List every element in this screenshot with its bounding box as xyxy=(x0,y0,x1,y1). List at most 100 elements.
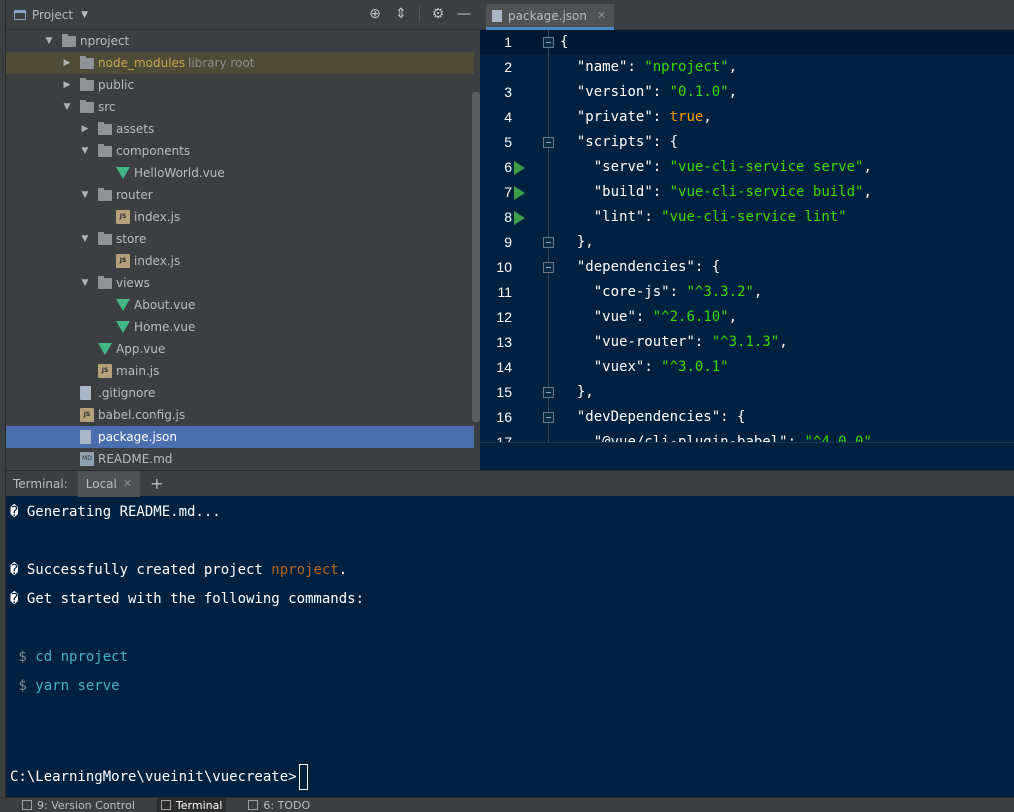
fold-icon[interactable] xyxy=(543,137,554,148)
tree-item[interactable]: package.json xyxy=(6,426,474,448)
code-token: " xyxy=(593,309,603,325)
tree-item[interactable]: ▼ nproject xyxy=(6,30,474,52)
fold-icon[interactable] xyxy=(543,387,554,398)
code-text: { xyxy=(560,30,568,55)
collapsed-arrow-icon[interactable]: ▶ xyxy=(62,74,72,96)
code-token: serve xyxy=(602,159,645,175)
tree-item[interactable]: ▼ router xyxy=(6,184,474,206)
line-number: 7 xyxy=(504,184,512,200)
tab-package-json[interactable]: package.json ✕ xyxy=(486,4,615,30)
collapse-icon[interactable]: ⇕ xyxy=(393,6,409,22)
run-script-icon[interactable] xyxy=(514,161,525,175)
code-line[interactable]: 8 "lint": "vue-cli-service lint" xyxy=(480,205,1014,230)
code-line[interactable]: 12 "vue": "^2.6.10", xyxy=(480,305,1014,330)
run-script-icon[interactable] xyxy=(514,211,525,225)
code-token: devDependencies xyxy=(585,409,712,425)
code-line[interactable]: 4 "private": true, xyxy=(480,105,1014,130)
line-number: 10 xyxy=(496,259,512,275)
code-line[interactable]: 15 }, xyxy=(480,380,1014,405)
expanded-arrow-icon[interactable]: ▼ xyxy=(62,96,72,118)
code-text: "version": "0.1.0", xyxy=(560,80,737,105)
fold-icon[interactable] xyxy=(543,37,554,48)
code-line[interactable]: 7 "build": "vue-cli-service build", xyxy=(480,180,1014,205)
tree-item[interactable]: JS index.js xyxy=(6,206,474,228)
expanded-arrow-icon[interactable]: ▼ xyxy=(80,184,90,206)
tree-item-label: index.js xyxy=(134,210,181,224)
tree-item[interactable]: About.vue xyxy=(6,294,474,316)
fold-guide xyxy=(548,80,549,105)
terminal-line: C:\LearningMore\vueinit\vuecreate> xyxy=(10,764,308,790)
project-view-selector[interactable]: Project ▼ xyxy=(14,8,88,22)
code-text: }, xyxy=(560,230,594,255)
tree-item[interactable]: JS babel.config.js xyxy=(6,404,474,426)
locate-icon[interactable]: ⊕ xyxy=(367,6,383,22)
tree-item[interactable]: ▼ store xyxy=(6,228,474,250)
terminal-output[interactable]: � Generating README.md... � Successfully … xyxy=(6,496,1014,797)
code-line[interactable]: 17 "@vue/cli-plugin-babel": "^4.0.0", xyxy=(480,430,1014,442)
minimize-icon[interactable]: — xyxy=(456,6,472,22)
terminal-text: cd nproject xyxy=(35,649,129,665)
expanded-arrow-icon[interactable]: ▼ xyxy=(80,272,90,294)
tree-item[interactable]: MD README.md xyxy=(6,448,474,470)
tool-window-button[interactable]: 9: Version Control xyxy=(18,798,139,812)
code-token: , xyxy=(863,159,872,175)
tree-item[interactable]: .gitignore xyxy=(6,382,474,404)
collapsed-arrow-icon[interactable]: ▶ xyxy=(80,118,90,140)
tool-window-button[interactable]: 6: TODO xyxy=(244,798,314,812)
terminal-text: � Get started with the following command… xyxy=(10,591,365,607)
collapsed-arrow-icon[interactable]: ▶ xyxy=(62,52,72,74)
tree-item[interactable]: App.vue xyxy=(6,338,474,360)
code-line[interactable]: 3 "version": "0.1.0", xyxy=(480,80,1014,105)
close-icon[interactable]: ✕ xyxy=(123,477,132,490)
tree-scrollbar[interactable] xyxy=(472,92,480,422)
tree-item[interactable]: ▼ components xyxy=(6,140,474,162)
code-token: "^3.0.1" xyxy=(661,359,729,375)
expanded-arrow-icon[interactable]: ▼ xyxy=(80,140,90,162)
fold-icon[interactable] xyxy=(543,412,554,423)
terminal-tab-local[interactable]: Local ✕ xyxy=(77,470,141,497)
run-script-icon[interactable] xyxy=(514,186,525,200)
fold-guide xyxy=(548,305,549,330)
tree-item[interactable]: ▶ node_modules library root xyxy=(6,52,474,74)
tree-item[interactable]: ▶ assets xyxy=(6,118,474,140)
code-line[interactable]: 13 "vue-router": "^3.1.3", xyxy=(480,330,1014,355)
fold-icon[interactable] xyxy=(543,262,554,273)
expanded-arrow-icon[interactable]: ▼ xyxy=(80,228,90,250)
tree-item[interactable]: Home.vue xyxy=(6,316,474,338)
tree-item-label: nproject xyxy=(80,34,130,48)
tool-window-button[interactable]: Terminal xyxy=(156,797,227,812)
tree-item[interactable]: ▶ public xyxy=(6,74,474,96)
code-line[interactable]: 10 "dependencies": { xyxy=(480,255,1014,280)
add-icon[interactable]: + xyxy=(150,474,163,493)
tree-item[interactable]: JS index.js xyxy=(6,250,474,272)
code-token: name xyxy=(585,59,620,75)
tree-item[interactable]: ▼ views xyxy=(6,272,474,294)
code-token: : xyxy=(652,159,670,175)
fold-icon[interactable] xyxy=(543,237,554,248)
terminal-text: C:\LearningMore\vueinit\vuecreate> xyxy=(10,769,297,785)
code-line[interactable]: 11 "core-js": "^3.3.2", xyxy=(480,280,1014,305)
tree-item-label: src xyxy=(98,100,116,114)
code-editor[interactable]: 1{2 "name": "nproject", 3 "version": "0.1… xyxy=(480,30,1014,442)
tree-item[interactable]: HelloWorld.vue xyxy=(6,162,474,184)
code-line[interactable]: 14 "vuex": "^3.0.1" xyxy=(480,355,1014,380)
close-icon[interactable]: ✕ xyxy=(597,9,606,22)
code-line[interactable]: 2 "name": "nproject", xyxy=(480,55,1014,80)
code-line[interactable]: 6 "serve": "vue-cli-service serve", xyxy=(480,155,1014,180)
code-token: { xyxy=(560,34,569,50)
code-token: " xyxy=(593,434,603,442)
gear-icon[interactable]: ⚙ xyxy=(430,6,446,22)
code-line[interactable]: 16 "devDependencies": { xyxy=(480,405,1014,430)
tree-item[interactable]: JS main.js xyxy=(6,360,474,382)
code-token: "vue-cli-service lint" xyxy=(661,209,847,225)
tree-item[interactable]: ▼ src xyxy=(6,96,474,118)
code-line[interactable]: 1{ xyxy=(480,30,1014,55)
code-token: vuex xyxy=(602,359,636,375)
code-line[interactable]: 9 }, xyxy=(480,230,1014,255)
expanded-arrow-icon[interactable]: ▼ xyxy=(44,30,54,52)
code-line[interactable]: 5 "scripts": { xyxy=(480,130,1014,155)
